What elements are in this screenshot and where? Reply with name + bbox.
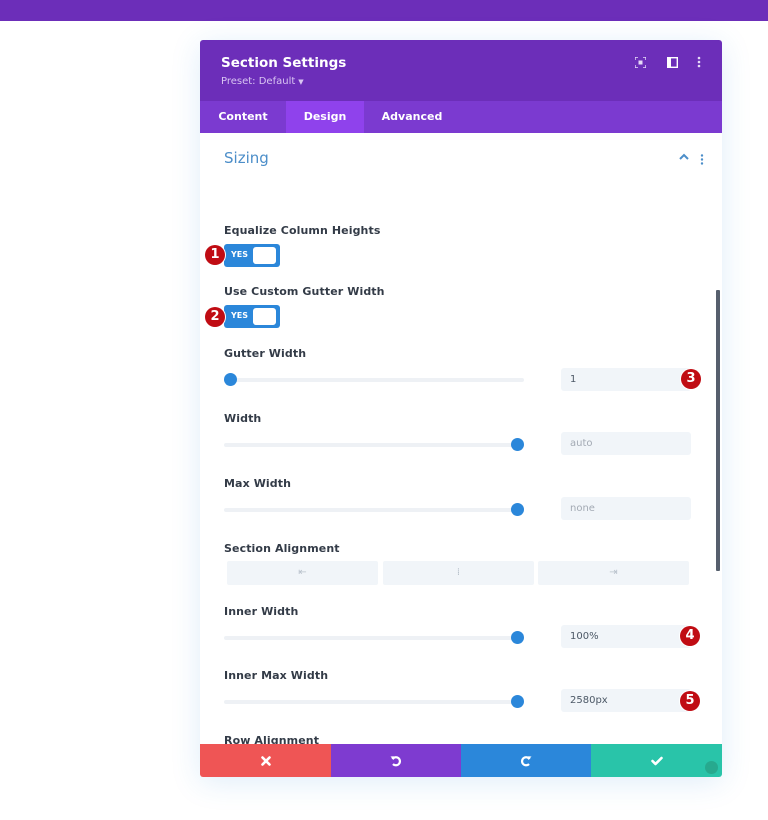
inner-max-width-input[interactable]: 2580px bbox=[561, 689, 691, 712]
undo-button[interactable] bbox=[331, 744, 461, 777]
row-alignment-label: Row Alignment bbox=[224, 734, 320, 744]
max-width-input[interactable]: none bbox=[561, 497, 691, 520]
preset-label: Preset: Default bbox=[221, 76, 296, 87]
annotation-badge-4: 4 bbox=[680, 626, 700, 646]
inner-width-label: Inner Width bbox=[224, 605, 299, 618]
toggle-state-label: YES bbox=[231, 250, 249, 259]
chevron-up-icon[interactable] bbox=[679, 150, 689, 163]
preset-selector[interactable]: Preset: Default ▼ bbox=[221, 76, 304, 87]
align-left-icon: ⇤ bbox=[298, 567, 307, 578]
align-right-icon: ⇥ bbox=[609, 567, 618, 578]
close-icon bbox=[260, 755, 271, 766]
group-options-icon[interactable] bbox=[700, 150, 704, 169]
discard-button[interactable] bbox=[200, 744, 331, 777]
inner-width-input[interactable]: 100% bbox=[561, 625, 691, 648]
modal-header: Section Settings Preset: Default ▼ bbox=[200, 40, 722, 101]
annotation-badge-2: 2 bbox=[205, 307, 225, 327]
slider-thumb[interactable] bbox=[224, 373, 237, 386]
section-align-center-button[interactable]: ⁞ bbox=[383, 561, 534, 585]
redo-button[interactable] bbox=[461, 744, 591, 777]
annotation-badge-1: 1 bbox=[205, 245, 225, 265]
annotation-badge-3: 3 bbox=[681, 369, 701, 389]
tab-advanced[interactable]: Advanced bbox=[364, 101, 460, 133]
split-view-icon[interactable] bbox=[664, 54, 680, 70]
max-width-slider[interactable] bbox=[224, 503, 524, 516]
width-slider[interactable] bbox=[224, 438, 524, 451]
max-width-label: Max Width bbox=[224, 477, 292, 490]
more-options-icon[interactable] bbox=[691, 54, 707, 70]
use-custom-gutter-width-toggle[interactable]: YES bbox=[224, 305, 280, 328]
gutter-width-label: Gutter Width bbox=[224, 347, 307, 360]
top-admin-bar bbox=[0, 0, 768, 21]
gutter-width-slider[interactable] bbox=[224, 373, 524, 386]
width-label: Width bbox=[224, 412, 262, 425]
inner-width-slider[interactable] bbox=[224, 631, 524, 644]
focus-mode-icon[interactable] bbox=[632, 54, 648, 70]
use-custom-gutter-width-label: Use Custom Gutter Width bbox=[224, 285, 385, 298]
caret-down-icon: ▼ bbox=[298, 78, 304, 86]
inner-max-width-label: Inner Max Width bbox=[224, 669, 329, 682]
width-input[interactable]: auto bbox=[561, 432, 691, 455]
tab-design[interactable]: Design bbox=[286, 101, 364, 133]
scrollbar[interactable] bbox=[716, 290, 720, 571]
toggle-knob bbox=[253, 308, 276, 325]
resize-handle[interactable] bbox=[705, 761, 718, 774]
section-alignment-label: Section Alignment bbox=[224, 542, 340, 555]
check-icon bbox=[650, 756, 663, 765]
slider-thumb[interactable] bbox=[511, 631, 524, 644]
settings-body: Sizing Equalize Column Heights YES 1 Use… bbox=[200, 133, 722, 744]
equalize-column-heights-label: Equalize Column Heights bbox=[224, 224, 381, 237]
modal-footer bbox=[200, 744, 722, 777]
inner-max-width-slider[interactable] bbox=[224, 695, 524, 708]
equalize-column-heights-toggle[interactable]: YES bbox=[224, 244, 280, 267]
slider-thumb[interactable] bbox=[511, 503, 524, 516]
group-title-sizing[interactable]: Sizing bbox=[224, 149, 269, 167]
undo-icon bbox=[390, 755, 401, 766]
annotation-badge-5: 5 bbox=[680, 691, 700, 711]
section-align-left-button[interactable]: ⇤ bbox=[227, 561, 378, 585]
redo-icon bbox=[521, 755, 532, 766]
tab-content[interactable]: Content bbox=[200, 101, 286, 133]
tab-bar: Content Design Advanced bbox=[200, 101, 722, 133]
section-align-right-button[interactable]: ⇥ bbox=[538, 561, 689, 585]
toggle-knob bbox=[253, 247, 276, 264]
modal-title: Section Settings bbox=[221, 55, 347, 71]
save-button[interactable] bbox=[591, 744, 722, 777]
gutter-width-input[interactable]: 1 bbox=[561, 368, 691, 391]
slider-thumb[interactable] bbox=[511, 438, 524, 451]
toggle-state-label: YES bbox=[231, 311, 249, 320]
slider-thumb[interactable] bbox=[511, 695, 524, 708]
align-center-icon: ⁞ bbox=[456, 567, 461, 578]
section-settings-modal: Section Settings Preset: Default ▼ Conten… bbox=[200, 40, 722, 777]
section-alignment-options: ⇤ ⁞ ⇥ bbox=[227, 561, 690, 585]
